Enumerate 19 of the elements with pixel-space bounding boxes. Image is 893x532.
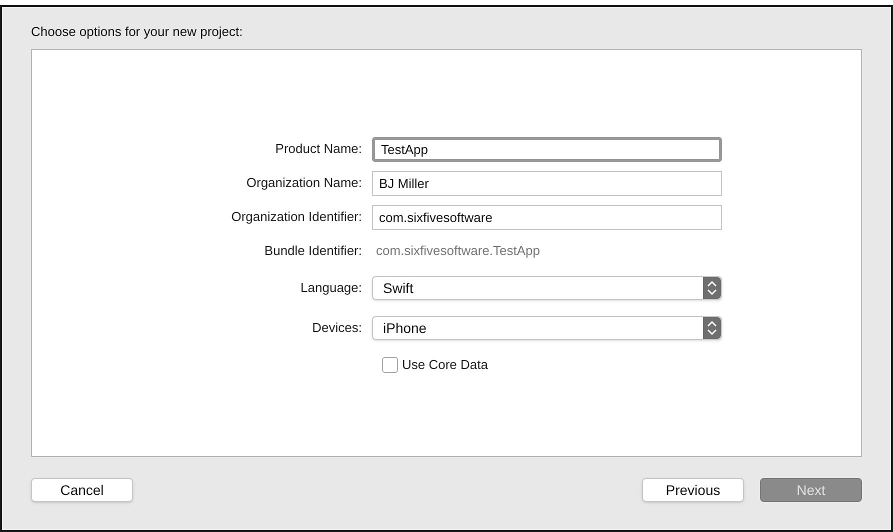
popup-button[interactable]: iPhone [372, 316, 722, 340]
use-core-data-checkbox[interactable]: Use Core Data [382, 355, 488, 375]
text-field[interactable]: TestApp [372, 136, 722, 162]
field-label: Product Name: [274, 140, 363, 158]
field-label: Devices: [311, 319, 363, 338]
stepper-arrows-icon [703, 317, 721, 339]
field-label: Organization Name: [245, 174, 363, 192]
field-label: Organization Identifier: [230, 208, 363, 226]
field-label: Bundle Identifier: [263, 242, 363, 260]
dialog-button[interactable]: Cancel [31, 478, 133, 502]
field-label: Language: [300, 279, 363, 298]
text-field[interactable]: BJ Miller [372, 170, 722, 196]
checkbox[interactable] [382, 357, 398, 373]
text-field[interactable]: com.sixfivesoftware [372, 204, 722, 230]
bundle-identifier-value: com.sixfivesoftware.TestApp [375, 242, 540, 260]
popup-button[interactable]: Swift [372, 276, 722, 300]
dialog-button[interactable]: Previous [642, 478, 744, 502]
stepper-arrows-icon [703, 277, 721, 299]
dialog-heading: Choose options for your new project: [31, 23, 244, 41]
